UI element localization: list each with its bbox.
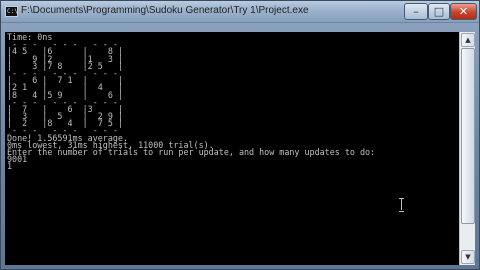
- scroll-down-button[interactable]: ▼: [461, 250, 475, 264]
- close-button[interactable]: ✕: [450, 3, 477, 20]
- vertical-scrollbar[interactable]: ▲ ▼: [459, 32, 475, 265]
- maximize-button[interactable]: □: [428, 3, 450, 20]
- scroll-up-button[interactable]: ▲: [461, 33, 475, 47]
- console-line: 1: [7, 161, 13, 172]
- minimize-button[interactable]: –: [404, 3, 428, 20]
- text-cursor-icon: [399, 198, 405, 212]
- window-title: F:\Documents\Programming\Sudoku Generato…: [21, 5, 309, 16]
- scroll-thumb[interactable]: [461, 48, 475, 224]
- console-text: Time: 0ns - - - - - - - - - |4 5 |6 | 8 |…: [7, 33, 376, 172]
- console-line: Enter the number of trials to run per up…: [7, 147, 376, 157]
- console-window-icon[interactable]: C:\: [5, 6, 18, 17]
- console-output[interactable]: Time: 0ns - - - - - - - - - |4 5 |6 | 8 |…: [5, 32, 459, 265]
- title-bar[interactable]: C:\ F:\Documents\Programming\Sudoku Gene…: [1, 1, 479, 23]
- console-line: 9001: [7, 154, 28, 165]
- console-window: C:\ F:\Documents\Programming\Sudoku Gene…: [0, 0, 480, 270]
